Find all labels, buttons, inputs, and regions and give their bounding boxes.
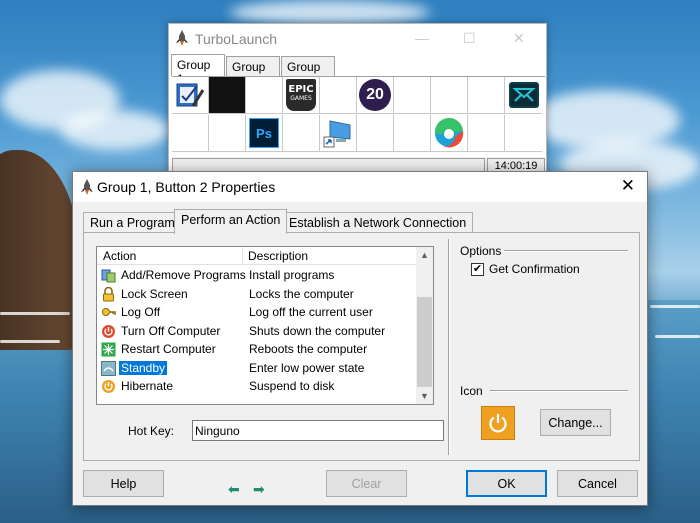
list-item-hibernate[interactable]: Hibernate Suspend to disk: [97, 377, 417, 396]
rocket-icon: [175, 30, 189, 49]
epic-games-icon: EPIC GAMES: [286, 79, 316, 111]
launch-button-empty[interactable]: [468, 115, 505, 152]
restart-icon: [101, 342, 116, 357]
cancel-button[interactable]: Cancel: [557, 470, 638, 497]
dialog-titlebar[interactable]: Group 1, Button 2 Properties ✕: [73, 172, 647, 202]
key-icon: [102, 308, 116, 316]
scroll-down-icon[interactable]: ▼: [420, 391, 429, 401]
icon-label: Icon: [460, 384, 483, 398]
panel-separator: [448, 239, 450, 455]
launch-button-empty[interactable]: [320, 77, 357, 114]
icon-divider: [490, 390, 628, 392]
launch-button-empty[interactable]: [283, 115, 320, 152]
launch-button-edge[interactable]: [431, 115, 468, 152]
clear-button[interactable]: Clear: [326, 470, 407, 497]
turbolaunch-titlebar[interactable]: TurboLaunch — ☐ ✕: [169, 24, 546, 54]
launch-button-video[interactable]: [505, 77, 542, 114]
action-list[interactable]: Action Description Add/Remove Programs I…: [96, 246, 434, 405]
column-header-action[interactable]: Action: [103, 249, 136, 263]
video-mail-icon: [508, 82, 539, 108]
properties-dialog: Group 1, Button 2 Properties ✕ Run a Pro…: [72, 171, 648, 506]
lock-icon: [103, 286, 114, 301]
tab-establish-network-connection[interactable]: Establish a Network Connection: [282, 212, 474, 233]
turbolaunch-window: TurboLaunch — ☐ ✕ Group 1 Group 2 Group …: [168, 23, 547, 178]
standby-icon: [101, 360, 116, 376]
launch-button-notes[interactable]: [172, 77, 209, 114]
app-20-icon: 20: [359, 79, 391, 111]
hibernate-icon: [102, 380, 115, 393]
get-confirmation-label: Get Confirmation: [489, 262, 580, 276]
close-icon[interactable]: ✕: [621, 176, 635, 196]
tab-panel-perform-action: Action Description Add/Remove Programs I…: [83, 232, 640, 461]
launch-button-empty[interactable]: [468, 77, 505, 114]
tab-group-1[interactable]: Group 1: [171, 54, 225, 86]
launch-button-empty[interactable]: [246, 77, 283, 114]
launch-button-empty[interactable]: [172, 115, 209, 152]
launch-button-epic[interactable]: EPIC GAMES: [283, 77, 320, 114]
close-icon[interactable]: ✕: [513, 30, 525, 47]
photoshop-icon: Ps: [249, 118, 279, 148]
list-scrollbar[interactable]: ▲ ▼: [416, 247, 433, 404]
launch-button-empty[interactable]: [431, 77, 468, 114]
launch-button-empty[interactable]: [209, 115, 246, 152]
scroll-thumb[interactable]: [417, 297, 432, 387]
ok-button[interactable]: OK: [466, 470, 547, 497]
tab-perform-an-action[interactable]: Perform an Action: [174, 209, 288, 234]
launch-button-photoshop[interactable]: Ps: [246, 115, 283, 152]
list-item-restart-computer[interactable]: Restart Computer Reboots the computer: [97, 340, 417, 359]
turbolaunch-title: TurboLaunch: [195, 31, 277, 47]
tab-run-a-program[interactable]: Run a Program: [83, 212, 182, 233]
options-label: Options: [460, 244, 502, 258]
edge-browser-icon: [434, 117, 464, 148]
list-item-log-off[interactable]: Log Off Log off the current user: [97, 303, 417, 322]
list-item-add-remove-programs[interactable]: Add/Remove Programs Install programs: [97, 266, 417, 285]
column-header-description[interactable]: Description: [248, 249, 308, 263]
notepad-pen-icon: [176, 83, 205, 107]
launch-button-computer[interactable]: [320, 115, 357, 152]
launch-button-empty[interactable]: [357, 115, 394, 152]
arrow-left-icon[interactable]: ⬅: [228, 481, 240, 498]
hotkey-label: Hot Key:: [128, 424, 175, 438]
computer-shortcut-icon: [323, 120, 351, 148]
launch-button-20[interactable]: 20: [357, 77, 394, 114]
launch-button-empty[interactable]: [505, 115, 542, 152]
list-item-standby[interactable]: Standby Enter low power state: [97, 359, 417, 378]
rocket-icon: [80, 179, 94, 198]
launch-button-empty[interactable]: [394, 115, 431, 152]
options-divider: [504, 250, 628, 252]
help-button[interactable]: Help: [83, 470, 164, 497]
power-icon: [481, 406, 515, 440]
power-icon: [102, 324, 115, 338]
maximize-icon[interactable]: ☐: [463, 30, 476, 47]
list-header: Action Description: [97, 247, 417, 265]
launch-button-empty[interactable]: [394, 77, 431, 114]
scroll-up-icon[interactable]: ▲: [420, 250, 429, 260]
list-item-lock-screen[interactable]: Lock Screen Locks the computer: [97, 285, 417, 304]
tab-group-2[interactable]: Group 2: [226, 56, 280, 88]
hotkey-input[interactable]: [192, 420, 444, 441]
list-item-turn-off-computer[interactable]: Turn Off Computer Shuts down the compute…: [97, 322, 417, 341]
dialog-title: Group 1, Button 2 Properties: [97, 179, 276, 195]
arrow-right-icon[interactable]: ➡: [253, 481, 265, 498]
checkmark-icon[interactable]: ✔: [471, 263, 484, 276]
change-icon-button[interactable]: Change...: [540, 409, 611, 436]
minimize-icon[interactable]: —: [415, 30, 429, 46]
launch-button-black[interactable]: [209, 77, 246, 114]
rock-formation: [0, 150, 80, 350]
programs-icon: [101, 269, 116, 283]
launcher-button-grid: EPIC GAMES 20 Ps: [172, 76, 545, 152]
tab-group-3[interactable]: Group 3: [281, 56, 335, 88]
